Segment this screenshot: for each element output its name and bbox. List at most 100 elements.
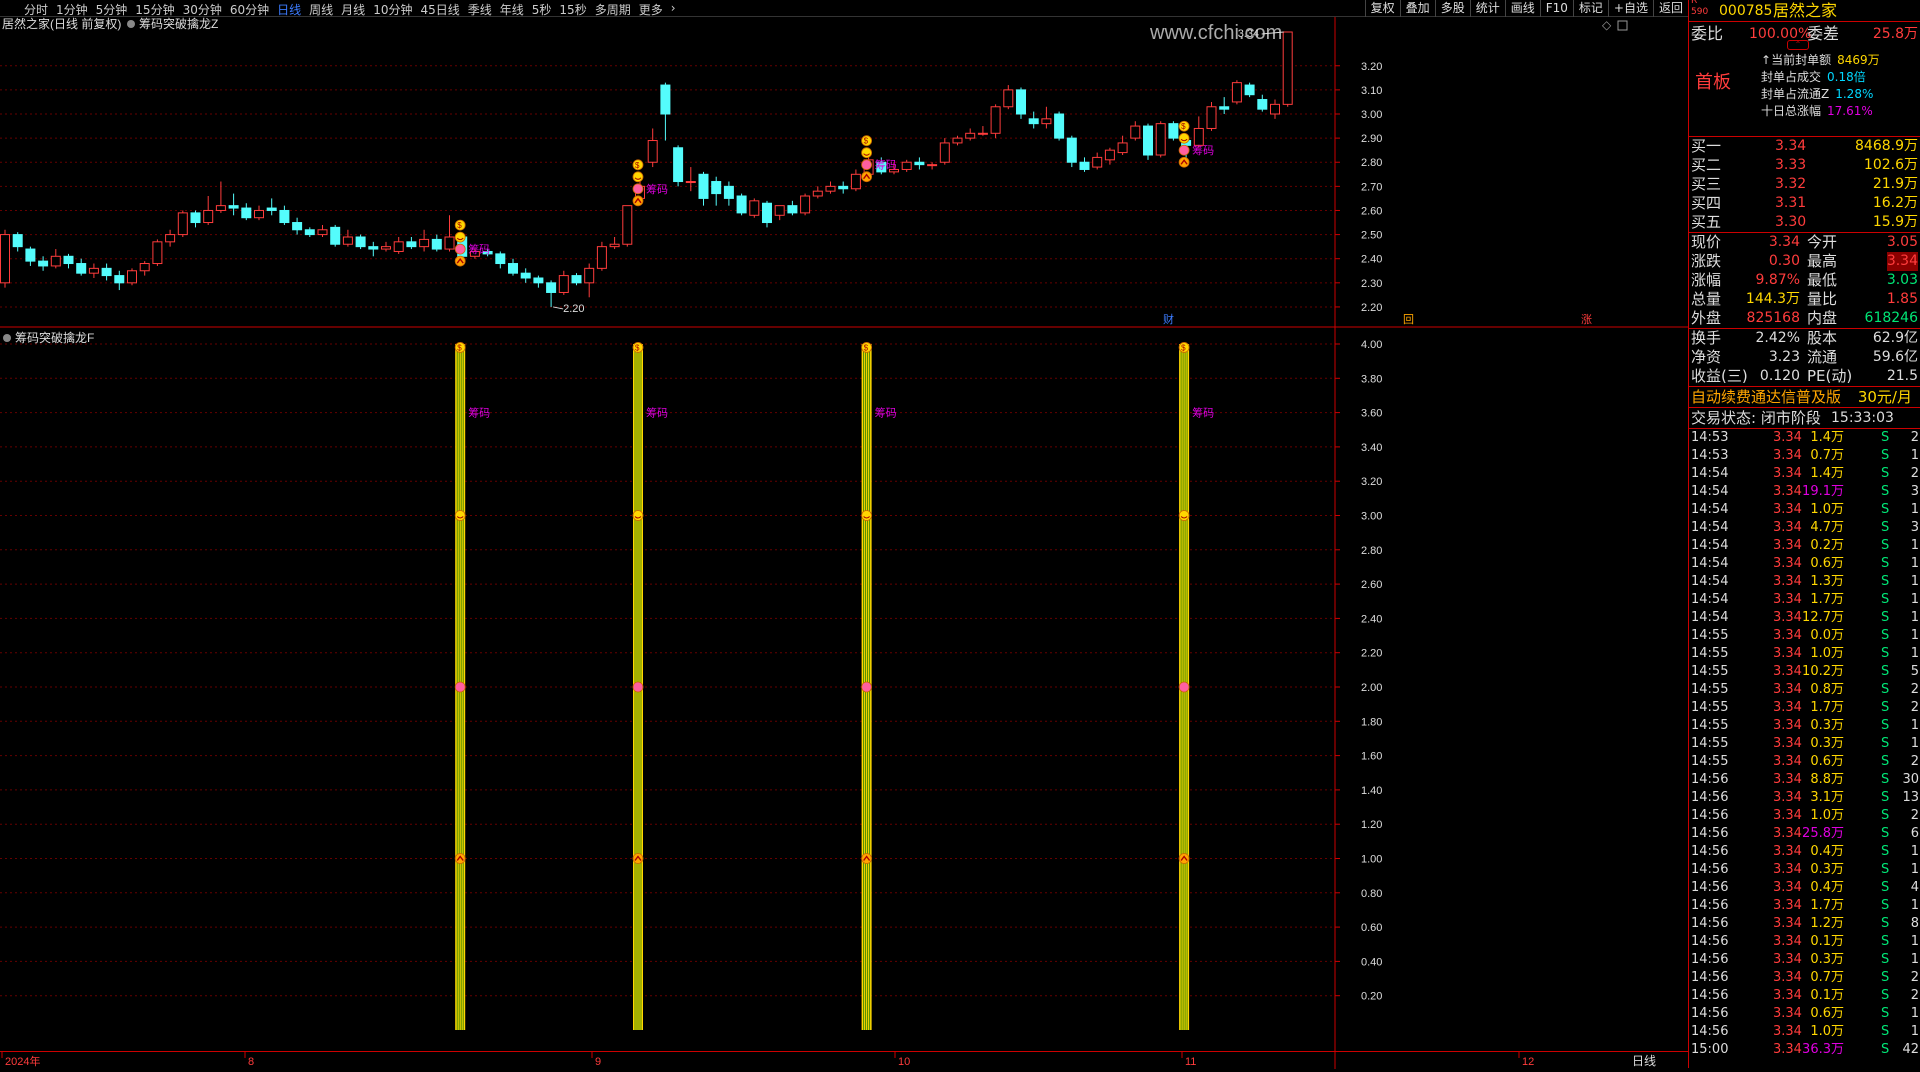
main-indicator-name[interactable]: 筹码突破擒龙Z [139, 16, 218, 31]
tool-button-5[interactable]: F10 [1539, 0, 1573, 17]
bid-label: 买一 [1691, 137, 1722, 155]
candle-body [723, 185, 734, 199]
bid-row[interactable]: 买四 3.31 16.2万 [1689, 194, 1920, 213]
period-label[interactable]: 日线 [1632, 1054, 1656, 1068]
period-tab-7[interactable]: 周线 [309, 1, 333, 18]
tick-row: 14:56 3.34 0.3万 S 1 [1689, 951, 1920, 969]
candle-body [584, 267, 595, 284]
tick-count: 2 [1910, 700, 1919, 715]
sub-flower-icon [454, 681, 466, 693]
tick-count: 2 [1910, 754, 1919, 769]
sub-up-arrow-icon [632, 853, 644, 864]
bid-price: 3.31 [1775, 195, 1807, 211]
diamond-icon[interactable]: ◇ [1602, 18, 1612, 32]
tick-row: 14:54 3.34 1.7万 S 1 [1689, 591, 1920, 609]
bid-row[interactable]: 买二 3.33 102.6万 [1689, 156, 1920, 175]
tick-count: 1 [1910, 574, 1919, 589]
period-tab-14[interactable]: 15秒 [559, 1, 586, 18]
ad-row[interactable]: 自动续费通达信普及版 30元/月 [1689, 386, 1920, 407]
tick-list[interactable]: 14:53 3.34 1.4万 S 2 14:53 3.34 0.7万 S 1 14:54 3.34 1… [1689, 428, 1920, 1059]
chart-area[interactable]: 3.20 3.10 3.00 2.90 2.80 2.70 2.60 2.50 2.40 2.30… [0, 16, 1688, 1051]
period-tab-15[interactable]: 多周期 [595, 1, 631, 18]
period-tab-12[interactable]: 年线 [500, 1, 524, 18]
signal-face-icon [632, 171, 644, 183]
candle-body [571, 275, 582, 284]
tick-price: 3.34 [1773, 592, 1802, 607]
sub-y-tick-label: 1.80 [1361, 716, 1382, 728]
ad-text[interactable]: 自动续费通达信普及版 [1691, 387, 1841, 408]
tick-side: S [1881, 628, 1890, 643]
tool-button-7[interactable]: +自选 [1607, 0, 1653, 17]
tick-time: 14:56 [1691, 790, 1729, 805]
candle-body [1270, 103, 1280, 115]
tool-button-4[interactable]: 画线 [1504, 0, 1540, 17]
period-tab-2[interactable]: 5分钟 [96, 1, 128, 18]
indicator-settings-icon[interactable] [127, 20, 135, 28]
event-marker[interactable]: 涨 [1581, 313, 1592, 326]
tick-side: S [1881, 970, 1890, 985]
period-tab-4[interactable]: 30分钟 [183, 1, 222, 18]
period-tab-0[interactable]: 分时 [24, 1, 48, 18]
tick-volume: 0.6万 [1810, 754, 1844, 769]
stat-value: 618246 [1864, 310, 1918, 326]
stat-value: 0.30 [1768, 253, 1800, 269]
candle-body [1079, 161, 1090, 170]
period-tab-1[interactable]: 1分钟 [56, 1, 88, 18]
collapse-icon[interactable]: ⌃ [1787, 40, 1809, 50]
signal-up-arrow-icon [632, 195, 644, 207]
seal-info-label: 封单占成交 [1761, 70, 1822, 84]
tick-side: S [1881, 1024, 1890, 1039]
period-tab-8[interactable]: 月线 [341, 1, 365, 18]
event-marker[interactable]: 回 [1403, 313, 1414, 326]
sub-signal-label: 筹码 [875, 406, 897, 420]
tick-time: 14:56 [1691, 880, 1729, 895]
sub-y-tick-label: 2.00 [1361, 682, 1382, 694]
tool-button-8[interactable]: 返回 [1652, 0, 1688, 17]
candle-body [38, 260, 49, 267]
candle-body [596, 246, 607, 269]
period-tab-6[interactable]: 日线 [277, 1, 301, 18]
stat-value: 9.87% [1755, 272, 1800, 288]
period-tab-9[interactable]: 10分钟 [373, 1, 412, 18]
tool-button-2[interactable]: 多股 [1434, 0, 1470, 17]
tool-button-3[interactable]: 统计 [1469, 0, 1505, 17]
more-chevron-icon[interactable]: › [671, 1, 676, 18]
bid-row[interactable]: 买三 3.32 21.9万 [1689, 175, 1920, 194]
period-tab-10[interactable]: 45日线 [420, 1, 459, 18]
kline-chart[interactable]: 3.20 3.10 3.00 2.90 2.80 2.70 2.60 2.50 2.40 2.30… [0, 16, 1688, 1051]
period-tab-3[interactable]: 15分钟 [135, 1, 174, 18]
seal-info-label: 当前封单额 [1771, 53, 1832, 67]
period-tab-16[interactable]: 更多 [639, 1, 663, 18]
fund-value: 0.120 [1759, 368, 1800, 384]
tool-button-0[interactable]: 复权 [1364, 0, 1400, 17]
tick-count: 1 [1910, 592, 1919, 607]
tick-count: 2 [1910, 430, 1919, 445]
candle-body [1054, 113, 1065, 139]
bid-row[interactable]: 买一 3.34 8468.9万 [1689, 137, 1920, 156]
tick-row: 14:55 3.34 0.8万 S 2 [1689, 681, 1920, 699]
period-tab-5[interactable]: 60分钟 [230, 1, 269, 18]
candle-body [50, 255, 61, 267]
tool-button-6[interactable]: 标记 [1572, 0, 1608, 17]
sub-indicator-name[interactable]: 筹码突破擒龙F [15, 330, 94, 345]
seal-info-value: 0.18倍 [1827, 70, 1866, 84]
tick-time: 14:55 [1691, 718, 1729, 733]
bid-label: 买五 [1691, 213, 1722, 231]
tick-count: 6 [1910, 826, 1919, 841]
tool-button-1[interactable]: 叠加 [1399, 0, 1435, 17]
period-tab-11[interactable]: 季线 [468, 1, 492, 18]
tick-time: 14:54 [1691, 502, 1729, 517]
tick-row: 14:56 3.34 0.4万 S 4 [1689, 879, 1920, 897]
event-marker[interactable]: 财 [1163, 312, 1174, 326]
tick-volume: 0.2万 [1810, 538, 1844, 553]
tick-price: 3.34 [1773, 448, 1802, 463]
fund-row: 换手 2.42% 股本 62.9亿 [1689, 329, 1920, 348]
sub-signal-label: 筹码 [1192, 406, 1214, 420]
tick-volume: 1.7万 [1810, 592, 1844, 607]
period-tab-13[interactable]: 5秒 [532, 1, 552, 18]
candle-body [1244, 84, 1255, 96]
tick-time: 14:55 [1691, 646, 1729, 661]
sub-indicator-settings-icon[interactable] [3, 334, 11, 342]
bid-row[interactable]: 买五 3.30 15.9万 [1689, 213, 1920, 232]
candle-body [762, 202, 772, 224]
